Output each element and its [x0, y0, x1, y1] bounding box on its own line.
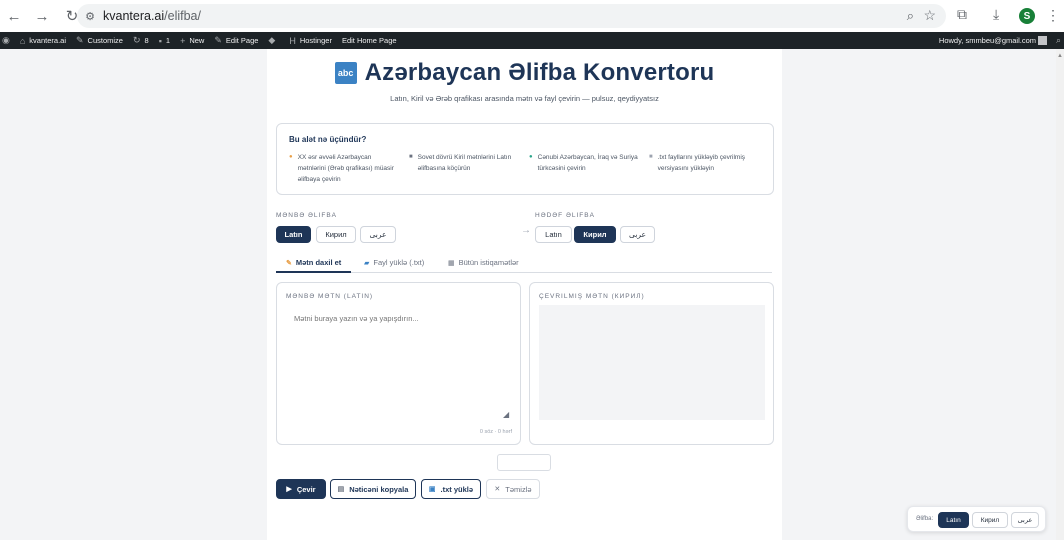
hostinger-icon: H — [289, 35, 296, 46]
profile-avatar[interactable]: S — [1019, 8, 1035, 24]
floating-alphabet-switcher: Əlifba: Latın Кирил عربی — [907, 506, 1046, 532]
pencil-icon: ✎ — [214, 35, 222, 45]
word-letter-count: 0 söz · 0 hərf — [479, 429, 512, 435]
wp-edit-page-link[interactable]: ✎ Edit Page — [214, 35, 258, 46]
arrow-right-icon: → — [521, 225, 531, 236]
floater-label: Əlifba: — [916, 516, 934, 522]
feature-item: ■ .txt fayllarını yükləyib çevrilmiş vers… — [649, 154, 746, 172]
bullet-icon: ● — [289, 154, 293, 160]
wp-comments-link[interactable]: ▪ 1 — [159, 36, 170, 46]
page-title: Azərbaycan Əlifba Konvertoru — [364, 59, 715, 86]
download-icon[interactable]: ⤓ — [993, 6, 999, 23]
brush-icon: ✎ — [75, 35, 84, 45]
extensions-icon[interactable]: ⧉ — [957, 6, 967, 23]
wp-hostinger-link[interactable]: H Hostinger — [289, 36, 332, 46]
converted-text-panel: ÇEVRILMIŞ MƏTN (КИРИЛ) — [529, 282, 774, 445]
zoom-icon[interactable]: ⌕ — [907, 8, 914, 24]
scroll-up-icon[interactable]: ▲ — [1057, 53, 1063, 59]
active-tab-indicator — [276, 271, 351, 273]
clear-button[interactable]: ✕ Təmizlə — [486, 479, 540, 499]
url-text[interactable]: kvantera.ai/elifba/ — [103, 9, 201, 23]
search-icon[interactable]: ⌕ — [1056, 35, 1061, 46]
source-option-cyrillic[interactable]: Кирил — [316, 226, 356, 243]
wp-admin-bar: ◉ ⌂ kvantera.ai ✎ Customize ↻ 8 ▪ 1 + New ✎ Ed… — [0, 32, 1064, 49]
site-info-icon[interactable]: ⚙ — [83, 9, 97, 23]
updates-icon: ↻ — [132, 35, 141, 45]
converted-text-label: ÇEVRILMIŞ MƏTN (КИРИЛ) — [539, 293, 645, 300]
download-txt-button[interactable]: ▣ .txt yüklə — [421, 479, 481, 499]
pencil-icon: ✎ — [286, 259, 292, 267]
wp-new-link[interactable]: + New — [180, 36, 204, 46]
converter-card: abc Azərbaycan Əlifba Konvertoru Latın, … — [267, 49, 782, 540]
swap-button[interactable] — [497, 454, 551, 471]
feature-item: ● XX əsr əvvəli Azərbaycan mətnlərini (Ər… — [289, 154, 394, 183]
comment-icon: ▪ — [158, 35, 162, 46]
target-option-cyrillic[interactable]: Кирил — [574, 226, 616, 243]
wp-customize-link[interactable]: ✎ Customize — [76, 35, 123, 46]
abc-logo-icon: abc — [334, 62, 357, 84]
resize-handle-icon[interactable]: ◢ — [503, 410, 509, 419]
converted-text-output[interactable] — [539, 305, 765, 420]
bullet-icon: ■ — [409, 154, 413, 160]
back-arrow-icon[interactable]: ← — [2, 4, 26, 28]
tab-file-upload[interactable]: ▰ Fayl yüklə (.txt) — [364, 258, 424, 267]
grid-icon: ▦ — [448, 259, 455, 267]
target-alphabet-label: Hədəf əlifba — [535, 212, 595, 219]
info-box: Bu alət nə üçündür? ● XX əsr əvvəli Azərb… — [276, 123, 774, 195]
wp-diamond-icon[interactable]: ◆ — [268, 35, 279, 46]
close-icon: ✕ — [494, 486, 501, 493]
clipboard-icon: ▤ — [337, 486, 345, 493]
more-menu-icon[interactable]: ⋮ — [1046, 7, 1060, 24]
feature-item: ■ Sovet dövrü Kiril mətnlərini Latın əlif… — [409, 154, 512, 172]
bullet-icon: ■ — [649, 154, 653, 160]
copy-result-button[interactable]: ▤ Nəticəni kopyala — [330, 479, 416, 499]
wp-edit-home-link[interactable]: Edit Home Page — [342, 36, 397, 45]
plus-icon: + — [180, 35, 186, 46]
floater-option-arabic[interactable]: عربی — [1011, 512, 1039, 528]
wp-logo-icon[interactable]: ◉ — [2, 35, 14, 46]
tab-text-input[interactable]: ✎ Mətn daxil et — [286, 258, 341, 267]
address-bar[interactable]: ⚙ kvantera.ai/elifba/ ⌕ ☆ — [77, 4, 946, 28]
convert-icon: ▶ — [286, 486, 292, 493]
source-text-label: MƏNBƏ MƏTN (LATIN) — [286, 293, 374, 300]
source-text-input[interactable] — [286, 309, 513, 421]
floater-option-latin[interactable]: Latın — [938, 512, 969, 528]
source-text-panel: MƏNBƏ MƏTN (LATIN) ◢ 0 söz · 0 hərf — [276, 282, 521, 445]
source-option-latin[interactable]: Latın — [276, 226, 311, 243]
bookmark-star-icon[interactable]: ☆ — [923, 7, 936, 24]
source-option-arabic[interactable]: عربی — [360, 226, 396, 243]
tab-all-directions[interactable]: ▦ Bütün istiqamətlər — [448, 258, 519, 267]
home-icon: ⌂ — [19, 35, 26, 46]
wp-avatar[interactable] — [1038, 36, 1047, 45]
wp-updates-link[interactable]: ↻ 8 — [133, 35, 149, 46]
floater-option-cyrillic[interactable]: Кирил — [972, 512, 1008, 528]
download-icon: ▣ — [428, 486, 436, 493]
source-alphabet-label: Mənbə əlifba — [276, 212, 337, 219]
page-header: abc Azərbaycan Əlifba Konvertoru Latın, … — [267, 59, 782, 103]
page-subtitle: Latın, Kiril və Ərəb qrafikası arasında … — [390, 94, 659, 103]
folder-icon: ▰ — [364, 259, 370, 267]
page-scrollbar[interactable]: ▲ — [1056, 49, 1064, 540]
input-mode-tabs: ✎ Mətn daxil et ▰ Fayl yüklə (.txt) ▦ Bütün… — [276, 254, 772, 273]
feature-item: ● Cənubi Azərbaycan, İraq və Suriya türkc… — [529, 154, 638, 172]
wp-site-link[interactable]: ⌂ kvantera.ai — [20, 36, 66, 46]
wp-howdy[interactable]: Howdy, smmbeu@gmail.com — [939, 36, 1036, 45]
bullet-icon: ● — [529, 154, 533, 160]
target-option-arabic[interactable]: عربی — [620, 226, 655, 243]
convert-button[interactable]: ▶ Çevir — [276, 479, 326, 499]
forward-arrow-icon[interactable]: → — [30, 4, 54, 28]
browser-toolbar: ← → ↻ ⚙ kvantera.ai/elifba/ ⌕ ☆ ⧉ ⤓ S ⋮ — [0, 0, 1064, 32]
info-heading: Bu alət nə üçündür? — [289, 135, 367, 144]
target-option-latin[interactable]: Latın — [535, 226, 572, 243]
